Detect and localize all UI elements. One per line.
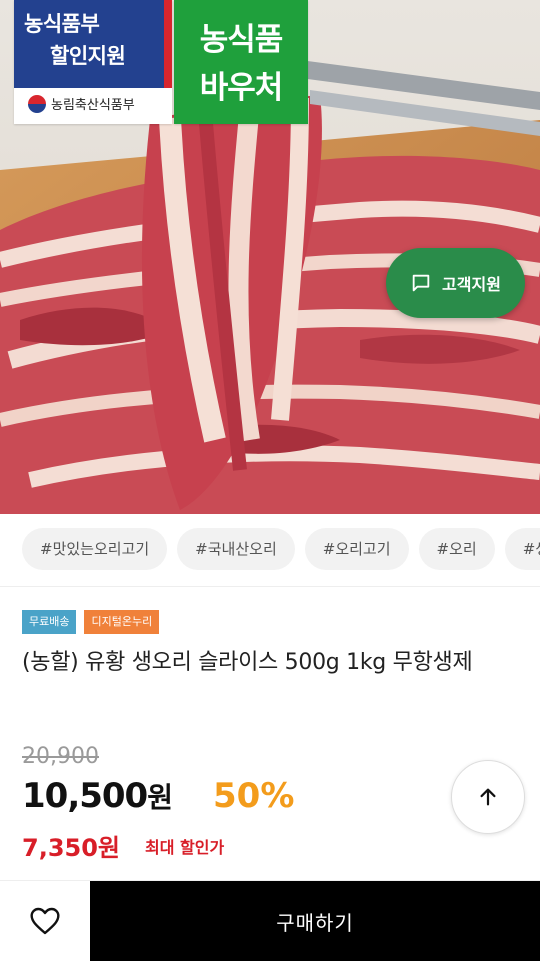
ministry-label: 농림축산식품부 — [28, 94, 135, 113]
digital-onnuri-label: 디지털온누리 — [84, 610, 160, 634]
voucher-badge: 농식품 바우처 — [174, 0, 308, 124]
original-price: 20,900 — [22, 744, 99, 769]
scroll-to-top-button[interactable] — [451, 760, 525, 834]
customer-support-button[interactable]: 고객지원 — [386, 248, 525, 318]
hashtag-chip[interactable]: #생 — [504, 528, 540, 570]
gov-badge-line2: 할인지원 — [50, 44, 126, 68]
sale-price: 10,500원 — [22, 776, 173, 816]
wishlist-button[interactable] — [0, 881, 90, 961]
customer-support-label: 고객지원 — [442, 275, 501, 294]
taegeuk-icon — [28, 94, 46, 113]
product-title: (농할) 유황 생오리 슬라이스 500g 1kg 무항생제 — [22, 650, 473, 675]
sale-price-unit: 원 — [147, 781, 173, 814]
section-divider — [0, 586, 540, 587]
buy-button[interactable]: 구매하기 — [90, 881, 540, 961]
product-image: 농식품부 할인지원 농림축산식품부 농식품 바우처 고객지원 — [0, 0, 540, 514]
gov-discount-badge: 농식품부 할인지원 농림축산식품부 — [14, 0, 172, 124]
product-labels: 무료배송 디지털온누리 — [22, 610, 160, 634]
ministry-name: 농림축산식품부 — [51, 98, 135, 113]
gov-badge-stripe — [164, 0, 172, 88]
discount-rate: 50% — [213, 776, 295, 816]
chat-bubble-icon — [412, 274, 430, 292]
voucher-badge-line2: 바우처 — [199, 70, 284, 106]
max-discount-label: 최대 할인가 — [145, 838, 225, 857]
hashtag-chip[interactable]: #오리고기 — [304, 528, 409, 570]
hashtag-chip[interactable]: #맛있는오리고기 — [22, 528, 168, 570]
free-shipping-label: 무료배송 — [22, 610, 77, 634]
arrow-up-icon — [480, 788, 496, 806]
gov-badge-banner: 농식품부 할인지원 — [14, 0, 172, 88]
hashtag-list: #맛있는오리고기#국내산오리#오리고기#오리#생 — [0, 528, 540, 572]
voucher-badge-line1: 농식품 — [199, 22, 284, 58]
hashtag-chip[interactable]: #오리 — [418, 528, 495, 570]
heart-outline-icon — [30, 907, 60, 935]
bottom-action-bar: 구매하기 — [0, 880, 540, 961]
sale-price-number: 10,500 — [22, 776, 148, 816]
gov-badge-line1: 농식품부 — [24, 12, 100, 36]
max-discount-price: 7,350원 — [22, 834, 120, 862]
hashtag-chip[interactable]: #국내산오리 — [177, 528, 295, 570]
